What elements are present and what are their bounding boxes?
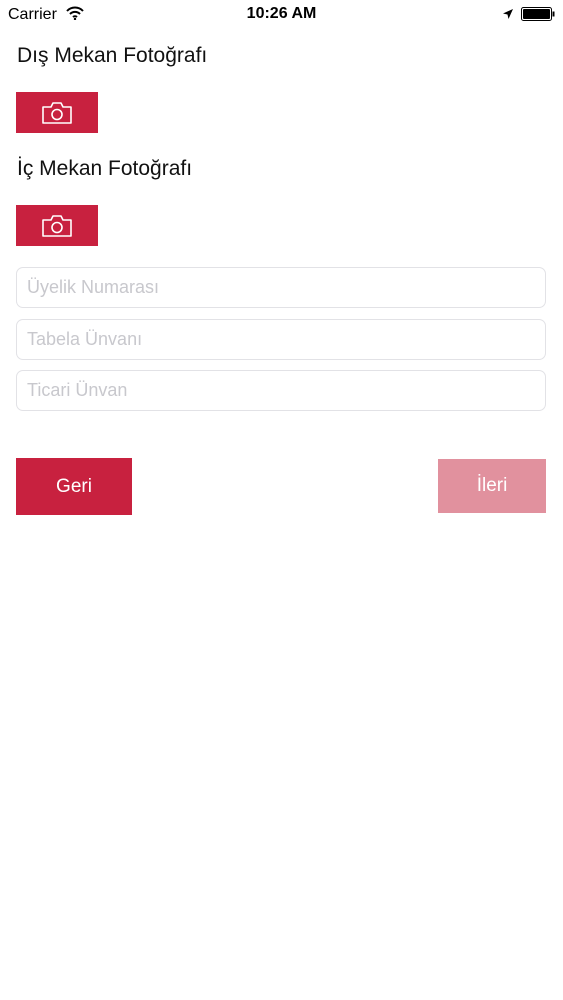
status-time: 10:26 AM xyxy=(246,5,317,22)
exterior-photo-button[interactable] xyxy=(16,92,98,133)
interior-photo-title: İç Mekan Fotoğrafı xyxy=(17,157,193,180)
camera-icon xyxy=(42,214,72,237)
back-button[interactable]: Geri xyxy=(16,458,132,515)
battery-icon xyxy=(521,7,555,21)
interior-photo-button[interactable] xyxy=(16,205,98,246)
membership-number-input[interactable] xyxy=(16,267,546,308)
trade-name-input[interactable] xyxy=(16,370,546,411)
sign-title-input[interactable] xyxy=(16,319,546,360)
camera-icon xyxy=(42,101,72,124)
status-bar: Carrier 10:26 AM xyxy=(0,0,563,30)
next-button[interactable]: İleri xyxy=(438,459,546,513)
exterior-photo-title: Dış Mekan Fotoğrafı xyxy=(17,44,208,67)
location-arrow-icon xyxy=(502,7,514,19)
